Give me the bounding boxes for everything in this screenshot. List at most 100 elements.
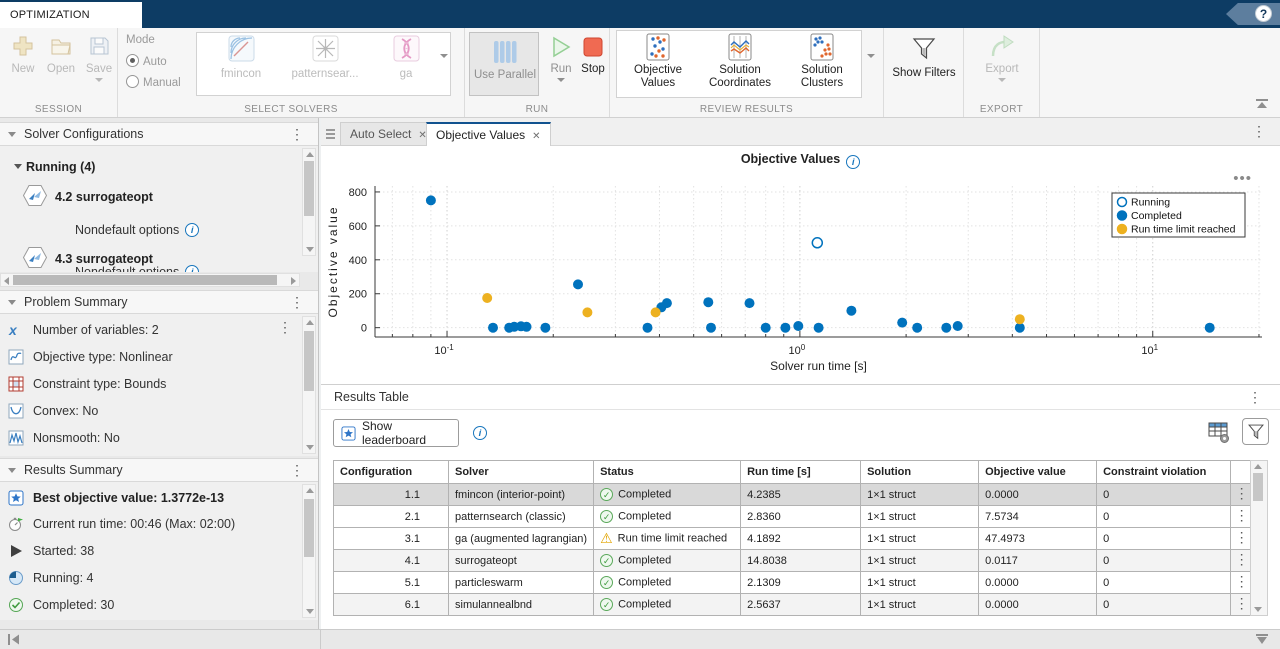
svg-text:0: 0: [361, 323, 367, 335]
run-button[interactable]: Run: [545, 36, 577, 82]
solution-coordinates-button[interactable]: SolutionCoordinates: [699, 33, 781, 95]
titlebar: OPTIMIZATION EXPLORER ?: [0, 0, 1280, 28]
help-icon[interactable]: ?: [1255, 5, 1272, 22]
scroll-down-icon[interactable]: [306, 609, 314, 614]
mode-manual-radio[interactable]: Manual: [126, 75, 181, 89]
col-solution[interactable]: Solution: [861, 461, 979, 484]
show-filters-button[interactable]: Show Filters: [890, 36, 958, 79]
row-menu-icon[interactable]: ⋮: [1235, 529, 1249, 545]
scroll-up-icon[interactable]: [306, 320, 314, 325]
open-button[interactable]: Open: [44, 34, 78, 75]
info-icon[interactable]: [185, 265, 199, 272]
scrollbar-horizontal[interactable]: [0, 273, 300, 287]
scroll-down-icon[interactable]: [306, 445, 314, 450]
scrollbar-thumb[interactable]: [304, 161, 314, 216]
problem-summary-header[interactable]: Problem Summary ⋮: [0, 290, 318, 314]
collapse-triangle-icon[interactable]: [8, 300, 16, 305]
col-status[interactable]: Status: [594, 461, 741, 484]
scroll-right-icon[interactable]: [291, 277, 296, 285]
objective-values-icon: [646, 33, 670, 64]
row-menu-icon[interactable]: ⋮: [1235, 507, 1249, 523]
col-run-time[interactable]: Run time [s]: [741, 461, 861, 484]
info-icon[interactable]: [473, 426, 487, 440]
table-row[interactable]: 1.1fmincon (interior-point) Completed 4.…: [334, 484, 1253, 506]
solution-clusters-button[interactable]: SolutionClusters: [783, 33, 861, 95]
save-button[interactable]: Save: [82, 34, 116, 82]
scroll-up-icon[interactable]: [1254, 464, 1262, 469]
row-menu-icon[interactable]: ⋮: [1235, 551, 1249, 567]
scrollbar-thumb[interactable]: [13, 275, 277, 285]
open-folder-icon: [49, 34, 73, 61]
info-icon[interactable]: [846, 155, 860, 169]
run-dropdown-icon[interactable]: [557, 78, 565, 82]
scrollbar-vertical[interactable]: [302, 148, 316, 256]
export-dropdown-icon[interactable]: [998, 78, 1006, 82]
scrollbar-vertical[interactable]: [1250, 460, 1268, 616]
export-button[interactable]: Export: [974, 34, 1030, 82]
table-filter-button[interactable]: [1242, 418, 1269, 445]
table-row[interactable]: 3.1ga (augmented lagrangian) Run time li…: [334, 528, 1253, 550]
solver-patternsearch[interactable]: patternsear...: [283, 35, 367, 93]
app-title-tab[interactable]: OPTIMIZATION EXPLORER: [0, 2, 142, 28]
row-menu-icon[interactable]: ⋮: [1235, 595, 1249, 611]
best-star-icon: [8, 490, 24, 506]
solver-configurations-header[interactable]: Solver Configurations ⋮: [0, 122, 318, 146]
collapse-panel-down-icon[interactable]: [1254, 633, 1270, 649]
chart-menu-icon[interactable]: •••: [1233, 170, 1252, 187]
scroll-up-icon[interactable]: [306, 152, 314, 157]
solver-gallery-dropdown-icon[interactable]: [440, 58, 448, 72]
scroll-left-icon[interactable]: [4, 277, 9, 285]
section-menu-icon[interactable]: ⋮: [290, 129, 304, 139]
use-parallel-toggle[interactable]: Use Parallel: [469, 32, 539, 96]
tree-group-running[interactable]: Running (4): [14, 160, 95, 174]
table-settings-button[interactable]: [1205, 418, 1232, 445]
row-menu-icon[interactable]: ⋮: [278, 322, 292, 332]
svg-text:x: x: [8, 322, 18, 338]
scrollbar-thumb[interactable]: [1253, 473, 1263, 501]
tab-bar-menu-icon[interactable]: ⋮: [1252, 126, 1266, 136]
scrollbar-vertical[interactable]: [302, 484, 316, 618]
section-menu-icon[interactable]: ⋮: [1248, 392, 1262, 402]
collapse-toolstrip-icon[interactable]: [1254, 98, 1270, 112]
table-row[interactable]: 4.1surrogateopt Completed 14.80381×1 str…: [334, 550, 1253, 572]
row-menu-icon[interactable]: ⋮: [1235, 573, 1249, 589]
collapse-triangle-icon[interactable]: [8, 132, 16, 137]
scroll-up-icon[interactable]: [306, 488, 314, 493]
tab-auto-select[interactable]: Auto Select✕: [340, 122, 437, 146]
objective-values-button[interactable]: ObjectiveValues: [619, 33, 697, 95]
show-leaderboard-button[interactable]: Show leaderboard: [333, 419, 459, 447]
svg-text:Completed: Completed: [1131, 210, 1182, 222]
tab-objective-values[interactable]: Objective Values✕: [426, 122, 551, 146]
mode-auto-radio[interactable]: Auto: [126, 54, 167, 68]
col-configuration[interactable]: Configuration: [334, 461, 449, 484]
scrollbar-thumb[interactable]: [304, 499, 314, 557]
save-dropdown-icon[interactable]: [95, 78, 103, 82]
section-menu-icon[interactable]: ⋮: [290, 465, 304, 475]
row-menu-icon[interactable]: ⋮: [1235, 485, 1249, 501]
scroll-down-icon[interactable]: [306, 247, 314, 252]
solver-ga[interactable]: ga: [371, 35, 441, 93]
new-button[interactable]: New: [6, 34, 40, 75]
scrollbar-thumb[interactable]: [304, 331, 314, 391]
col-constraint-violation[interactable]: Constraint violation: [1097, 461, 1231, 484]
results-table[interactable]: Configuration Solver Status Run time [s]…: [333, 460, 1253, 616]
config-item[interactable]: 4.2 surrogateopt: [22, 184, 153, 210]
scroll-down-icon[interactable]: [1254, 607, 1262, 612]
table-row[interactable]: 6.1simulannealbnd Completed 2.56371×1 st…: [334, 594, 1253, 616]
solver-fmincon[interactable]: fmincon: [201, 35, 281, 93]
results-summary-header[interactable]: Results Summary ⋮: [0, 458, 318, 482]
collapse-sidebar-icon[interactable]: [7, 633, 21, 649]
collapse-triangle-icon[interactable]: [8, 468, 16, 473]
close-icon[interactable]: ✕: [532, 131, 540, 142]
table-row[interactable]: 2.1patternsearch (classic) Completed 2.8…: [334, 506, 1253, 528]
info-icon[interactable]: [185, 223, 199, 237]
review-gallery-dropdown-icon[interactable]: [867, 58, 875, 72]
section-menu-icon[interactable]: ⋮: [290, 297, 304, 307]
col-solver[interactable]: Solver: [449, 461, 594, 484]
objective-values-chart[interactable]: 020040060080010-1100101Solver run time […: [321, 146, 1280, 385]
stop-button[interactable]: Stop: [577, 36, 609, 75]
tab-list-icon[interactable]: [326, 127, 335, 141]
col-objective-value[interactable]: Objective value: [979, 461, 1097, 484]
scrollbar-vertical[interactable]: [302, 316, 316, 454]
table-row[interactable]: 5.1particleswarm Completed 2.13091×1 str…: [334, 572, 1253, 594]
